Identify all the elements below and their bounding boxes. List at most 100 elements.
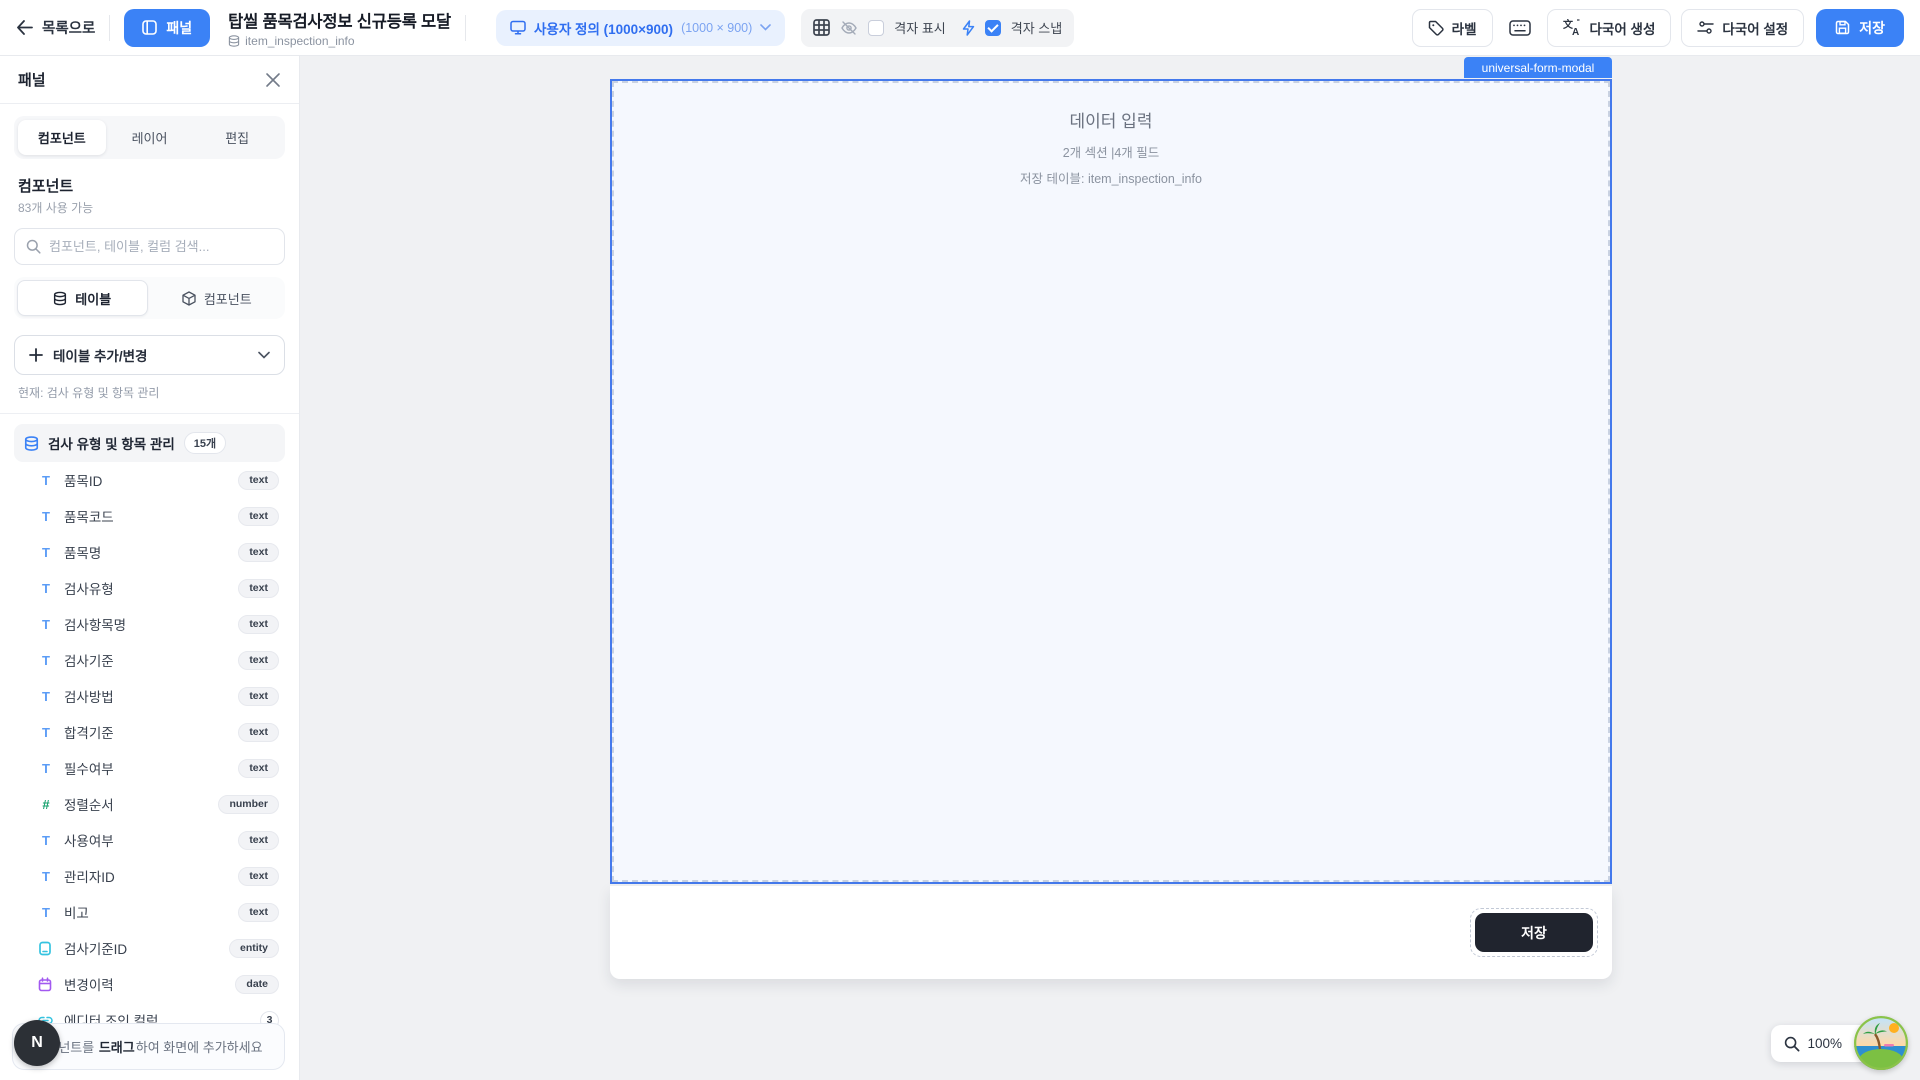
universal-form-modal-component[interactable]: 데이터 입력 2개 섹션 |4개 필드 저장 테이블: item_inspect… — [610, 79, 1612, 884]
add-change-table-label: 테이블 추가/변경 — [53, 345, 248, 365]
text-type-icon: T — [38, 905, 54, 920]
text-type-icon: T — [38, 689, 54, 704]
label-button[interactable]: 라벨 — [1412, 9, 1493, 47]
viewport-label: 사용자 정의 (1000×900) — [534, 18, 673, 38]
panel-toggle-button[interactable]: 패널 — [124, 9, 210, 47]
text-type-icon: T — [38, 617, 54, 632]
field-type-badge: text — [238, 759, 279, 778]
field-row[interactable]: T검사항목명text — [14, 606, 285, 642]
keyboard-shortcuts-button[interactable] — [1503, 9, 1537, 47]
grid-toolbar: 격자 표시 격자 스냅 — [801, 9, 1074, 47]
modal-save-table-line: 저장 테이블: item_inspection_info — [612, 168, 1610, 187]
components-section-title: 컴포넌트 — [18, 175, 281, 196]
field-name-label: 품목ID — [64, 470, 228, 490]
field-row[interactable]: 변경이력date — [14, 966, 285, 1002]
snap-grid-label: 격자 스냅 — [1011, 18, 1062, 37]
search-icon — [26, 239, 41, 254]
bound-table-name: item_inspection_info — [245, 34, 354, 48]
field-row[interactable]: T 검사유형 text — [14, 570, 285, 606]
left-panel: 패널 컴포넌트 레이어 편집 컴포넌트 83개 사용 가능 테이블 컴포넌트 — [0, 56, 300, 1080]
i18n-generate-button[interactable]: 文A 다국어 생성 — [1547, 9, 1672, 47]
text-type-icon: T — [38, 869, 54, 884]
field-row[interactable]: T검사기준text — [14, 642, 285, 678]
text-type-icon: T — [38, 545, 54, 560]
add-change-table-button[interactable]: 테이블 추가/변경 — [14, 335, 285, 375]
modal-save-button[interactable]: 저장 — [1475, 913, 1593, 952]
top-header: 목록으로 패널 탑씰 품목검사정보 신규등록 모달 item_inspectio… — [0, 0, 1920, 56]
field-name-label: 관리자ID — [64, 866, 228, 886]
field-name-label: 검사방법 — [64, 686, 228, 706]
eye-off-icon[interactable] — [840, 20, 858, 36]
database-icon — [24, 436, 39, 451]
field-name-label: 품목코드 — [64, 506, 228, 526]
field-name-label: 필수여부 — [64, 758, 228, 778]
component-search[interactable] — [14, 228, 285, 265]
entity-type-icon — [38, 941, 54, 956]
field-row[interactable]: T 필수여부 text — [14, 750, 285, 786]
mode-tab-components[interactable]: 컴포넌트 — [152, 280, 283, 316]
field-row[interactable]: T 품목ID text — [14, 462, 285, 498]
components-available-count: 83개 사용 가능 — [18, 199, 281, 216]
viewport-size-select[interactable]: 사용자 정의 (1000×900) (1000 × 900) — [496, 10, 785, 46]
close-icon[interactable] — [265, 72, 281, 88]
field-row[interactable]: T 관리자ID text — [14, 858, 285, 894]
field-type-badge: text — [238, 831, 279, 850]
show-grid-checkbox[interactable] — [868, 20, 884, 36]
i18n-settings-button[interactable]: 다국어 설정 — [1681, 9, 1804, 47]
field-name-label: 검사유형 — [64, 578, 228, 598]
grid-icon[interactable] — [813, 19, 830, 36]
field-type-badge: text — [238, 867, 279, 886]
tab-layers[interactable]: 레이어 — [106, 120, 194, 155]
table-header-row[interactable]: 검사 유형 및 항목 관리 15개 — [14, 424, 285, 462]
field-row[interactable]: T비고text — [14, 894, 285, 930]
tab-edit[interactable]: 편집 — [193, 120, 281, 155]
field-type-badge: text — [238, 507, 279, 526]
field-row[interactable]: T검사방법text — [14, 678, 285, 714]
header-save-button[interactable]: 저장 — [1816, 9, 1904, 47]
field-row[interactable]: 검사기준IDentity — [14, 930, 285, 966]
mode-tab-tables[interactable]: 테이블 — [17, 280, 148, 316]
panel-icon — [142, 20, 157, 35]
field-row[interactable]: T품목코드text — [14, 498, 285, 534]
save-icon — [1835, 20, 1850, 35]
snap-grid-checkbox[interactable] — [985, 20, 1001, 36]
text-type-icon: T — [38, 473, 54, 488]
field-rows-container: T품목IDtextT품목코드textT품목명textT검사유형textT검사항목… — [14, 462, 285, 1038]
tab-components[interactable]: 컴포넌트 — [18, 120, 106, 155]
chevron-down-icon — [258, 351, 270, 359]
field-type-badge: text — [238, 723, 279, 742]
field-name-label: 검사기준 — [64, 650, 228, 670]
monitor-icon — [510, 20, 526, 35]
zoom-level-value: 100% — [1807, 1036, 1842, 1051]
field-type-badge: date — [235, 975, 279, 994]
svg-text:A: A — [1572, 27, 1579, 36]
field-type-badge: entity — [229, 939, 279, 958]
label-button-text: 라벨 — [1452, 18, 1477, 38]
modal-title: 데이터 입력 — [612, 107, 1610, 132]
divider — [109, 15, 110, 41]
field-type-badge: text — [238, 903, 279, 922]
field-type-badge: text — [238, 471, 279, 490]
date-type-icon — [38, 977, 54, 992]
chevron-down-icon — [760, 24, 771, 31]
text-type-icon: T — [38, 581, 54, 596]
field-type-badge: text — [238, 579, 279, 598]
search-input[interactable] — [49, 239, 273, 254]
field-row[interactable]: T품목명text — [14, 534, 285, 570]
field-row[interactable]: T사용여부text — [14, 822, 285, 858]
panel-title: 패널 — [18, 69, 46, 90]
text-type-icon: T — [38, 761, 54, 776]
field-type-badge: text — [238, 615, 279, 634]
package-icon — [182, 291, 196, 306]
back-to-list-button[interactable]: 목록으로 — [16, 17, 95, 38]
field-count-badge: 15개 — [184, 432, 226, 454]
plus-icon — [29, 348, 43, 362]
mode-tab-tables-label: 테이블 — [75, 289, 111, 308]
keyboard-icon — [1509, 20, 1531, 36]
field-row[interactable]: #정렬순서number — [14, 786, 285, 822]
page-title: 탑씰 품목검사정보 신규등록 모달 — [228, 8, 451, 32]
modal-footer: 저장 — [610, 886, 1612, 979]
island-widget-icon[interactable] — [1854, 1016, 1908, 1070]
field-row[interactable]: T합격기준text — [14, 714, 285, 750]
database-icon — [53, 291, 67, 306]
